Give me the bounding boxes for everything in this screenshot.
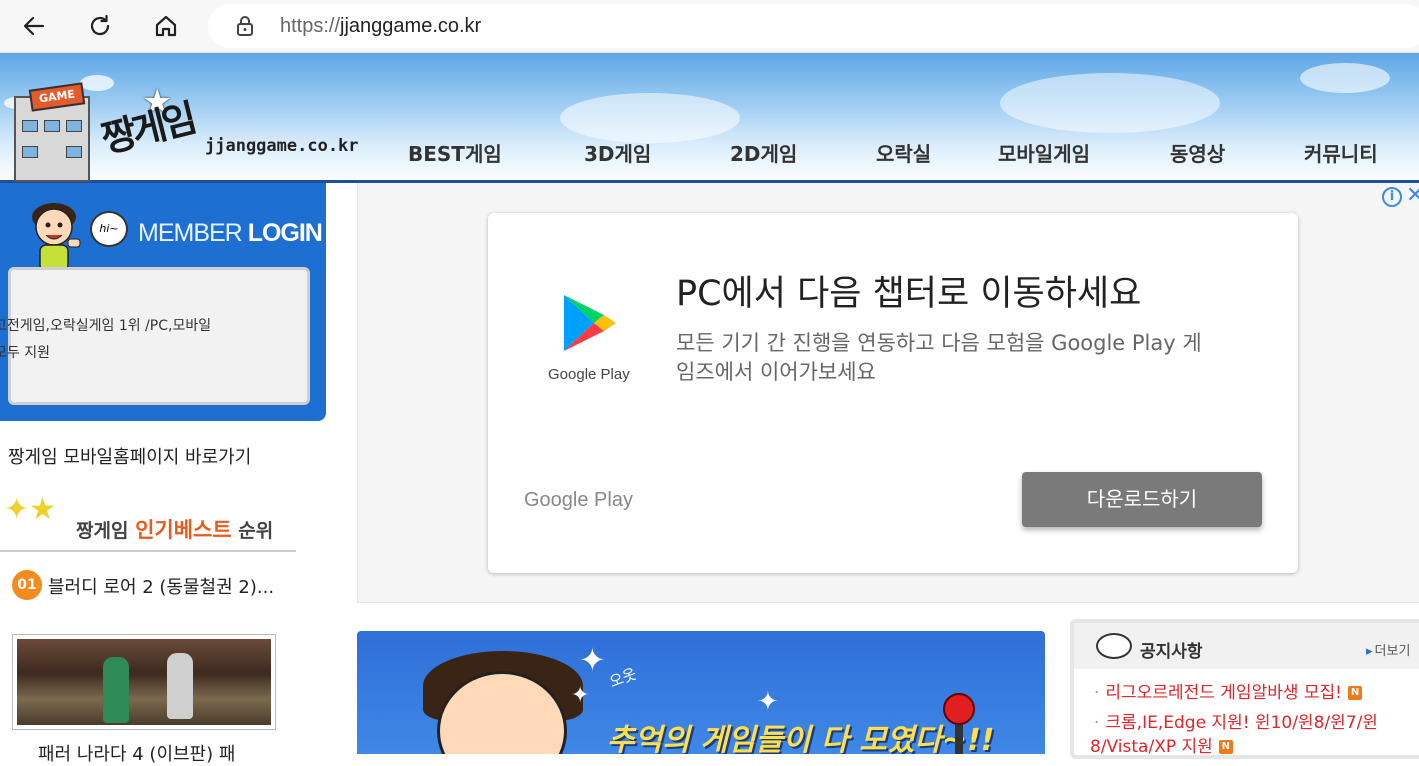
joystick-stick (955, 723, 963, 754)
nav-community[interactable]: 커뮤니티 (1304, 138, 1378, 167)
logo-sign: GAME (28, 82, 86, 112)
joystick-icon (943, 693, 975, 725)
nav-best-games[interactable]: BEST게임 (408, 138, 502, 167)
url-text[interactable]: https://jjanggame.co.kr (280, 15, 481, 38)
google-play-logo-label: Google Play (548, 366, 630, 383)
notice-title: 공지사항 (1140, 642, 1203, 662)
sparkle-icon: ✦ (571, 683, 590, 708)
rank-1-thumbnail[interactable] (12, 634, 276, 730)
nav-videos[interactable]: 동영상 (1170, 138, 1225, 167)
nav-mobile-games[interactable]: 모바일게임 (998, 138, 1090, 167)
cloud-decoration (1300, 63, 1390, 93)
home-icon (155, 15, 177, 37)
rank-1-title[interactable]: 블러디 로어 2 (동물철권 2)... (12, 572, 282, 604)
google-play-logo-icon (564, 295, 616, 351)
sparkle-icon: ✦ (757, 687, 779, 717)
login-description-line2: 모두 지원 (0, 345, 50, 361)
nav-arcade[interactable]: 오락실 (876, 138, 931, 167)
login-description: 고전게임,오락실게임 1위 /PC,모바일 모두 지원 (0, 313, 310, 367)
notice-box: 공지사항 더보기 ·리그오르레전드 게임알바생 모집!N ·크롬,IE,Edge… (1070, 619, 1419, 759)
speech-bubble-icon (1096, 633, 1132, 659)
popular-best-title: 짱게임 인기베스트 순위 (76, 518, 274, 542)
new-badge: N (1218, 740, 1233, 754)
fighter-right (167, 653, 193, 719)
notice-item[interactable]: · 리그오르레전드 게임알바생 모집! N (1094, 681, 1362, 705)
banner-headline: 추억의 게임들이 다 모였다~!! (607, 723, 995, 754)
banner-oh-text: 오옷 (606, 664, 640, 692)
ad-headline: PC에서 다음 챕터로 이동하세요 (676, 274, 1142, 314)
nav-2d-games[interactable]: 2D게임 (730, 138, 797, 167)
fighter-left (103, 657, 129, 723)
hi-speech-bubble: hi~ (90, 211, 128, 247)
sparkle-icon: ✦ (579, 641, 606, 679)
ad-close-icon[interactable]: ✕ (1406, 183, 1419, 208)
address-bar[interactable]: https://jjanggame.co.kr (208, 4, 1419, 48)
lock-icon[interactable] (234, 15, 256, 37)
rank-1-badge: 01 (12, 570, 42, 600)
ad-description: 모든 기기 간 진행을 연동하고 다음 모험을 Google Play 게임즈에… (676, 331, 1202, 384)
notice-more-link[interactable]: 더보기 (1366, 640, 1411, 659)
back-button[interactable] (16, 8, 52, 44)
browser-toolbar: https://jjanggame.co.kr (0, 0, 1419, 53)
cloud-decoration (1000, 73, 1220, 133)
promo-banner[interactable]: ✦ ✦ ✦ 오옷 추억의 게임들이 다 모였다~!! (357, 631, 1045, 754)
nav-3d-games[interactable]: 3D게임 (584, 138, 651, 167)
notice-item[interactable]: · 크롬,IE,Edge 지원! 윈10/윈8/윈7/윈 (1094, 711, 1378, 735)
download-button[interactable]: 다운로드하기 (1022, 472, 1262, 527)
new-badge: N (1348, 686, 1362, 700)
notice-header: 공지사항 더보기 (1074, 623, 1419, 669)
notice-item-continued[interactable]: 8/Vista/XP 지원 N (1090, 735, 1233, 759)
back-arrow-icon (23, 16, 45, 36)
ad-container: i ✕ Google Play PC에서 다음 챕터로 이동하세요 모든 기기 … (357, 183, 1419, 603)
main-nav: BEST게임 3D게임 2D게임 오락실 모바일게임 동영상 커뮤니티 (0, 138, 1419, 168)
reload-button[interactable] (82, 8, 118, 44)
star-burst-icon: ✦★ (4, 492, 57, 527)
rank-2-title[interactable]: 패러 나라다 4 (이브판) 패 (38, 740, 235, 766)
login-description-line1: 고전게임,오락실게임 1위 /PC,모바일 (0, 318, 212, 334)
member-login-box: hi~ MEMBER LOGIN (0, 183, 326, 421)
member-login-title: MEMBER LOGIN (138, 219, 323, 247)
game-screenshot-image (17, 639, 271, 725)
reload-icon (90, 14, 110, 36)
ad-info-icon[interactable]: i (1382, 187, 1402, 207)
mobile-homepage-link[interactable]: 짱게임 모바일홈페이지 바로가기 (8, 443, 251, 469)
ad-card[interactable]: Google Play PC에서 다음 챕터로 이동하세요 모든 기기 간 진행… (488, 213, 1298, 573)
ad-brand: Google Play (524, 489, 633, 511)
home-button[interactable] (148, 8, 184, 44)
cloud-decoration (560, 93, 740, 143)
popular-best-ranking-header: ✦★ 짱게임 인기베스트 순위 (0, 490, 296, 552)
